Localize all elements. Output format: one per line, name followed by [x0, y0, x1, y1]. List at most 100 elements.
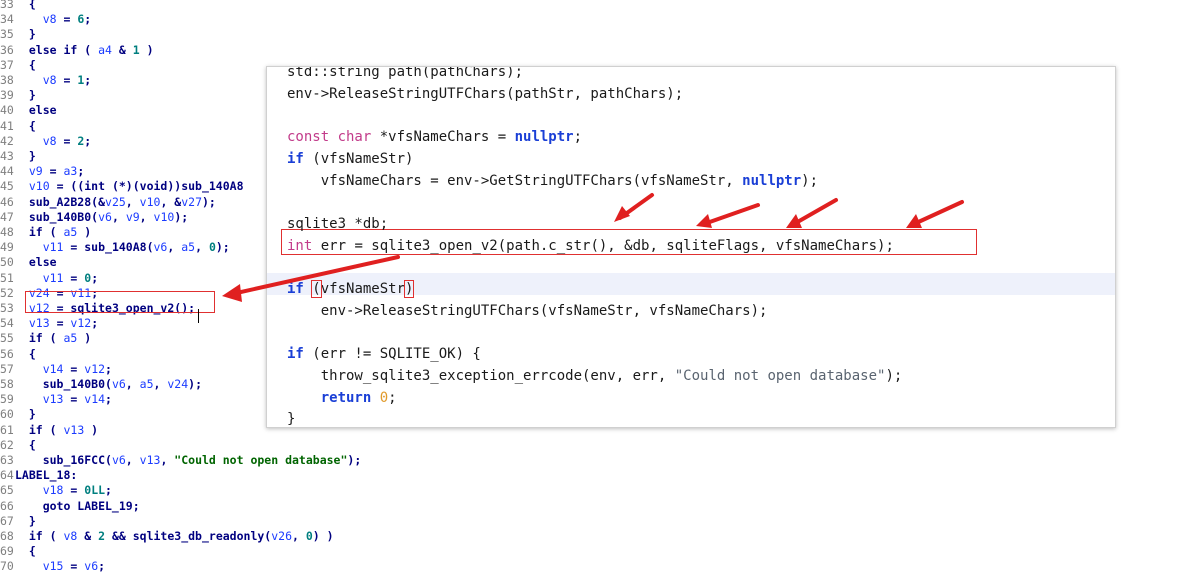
code-line: 61 if ( v13 ) [0, 423, 98, 438]
source-line: const char *vfsNameChars = nullptr; [287, 129, 583, 146]
line-number: 57 [0, 361, 14, 376]
line-number: 66 [0, 498, 14, 513]
source-line: throw_sqlite3_exception_errcode(env, err… [287, 367, 903, 384]
line-number: 38 [0, 73, 14, 87]
code-line: 34 v8 = 6; [0, 12, 91, 27]
code-line: 66 goto LABEL_19; [0, 499, 140, 514]
code-line: 40 else [0, 103, 57, 118]
code-line: 68 if ( v8 & 2 && sqlite3_db_readonly(v2… [0, 529, 334, 544]
line-code: sub_140B0(v6, a5, v24); [15, 377, 203, 391]
line-code: sub_A2B28(&v25, v10, &v27); [15, 194, 216, 209]
line-code: else [15, 103, 57, 118]
line-code: { [15, 544, 36, 559]
code-line: 45 v10 = ((int (*)(void))sub_140A8 [0, 179, 244, 194]
line-code: if ( a5 ) [15, 225, 92, 239]
line-number: 55 [0, 331, 14, 346]
line-number: 59 [0, 392, 14, 407]
line-code: sub_140B0(v6, v9, v10); [15, 209, 189, 224]
line-number: 70 [0, 559, 14, 574]
line-code: } [15, 149, 36, 163]
line-code: goto LABEL_19; [15, 498, 140, 513]
line-code: { [15, 118, 36, 133]
line-code: v11 = sub_140A8(v6, a5, 0); [42, 240, 230, 255]
line-number: 56 [0, 346, 14, 361]
code-line: 39 } [0, 88, 36, 103]
line-code: v18 = 0LL; [42, 483, 112, 498]
code-line: 65 v18 = 0LL; [0, 483, 112, 498]
line-number: 58 [0, 377, 14, 391]
line-number: 37 [0, 57, 14, 72]
code-line: 64LABEL_18: [0, 468, 77, 483]
source-line: if (err != SQLITE_OK) { [287, 346, 481, 363]
code-line: 43 } [0, 149, 36, 164]
code-line: 37 { [0, 58, 36, 73]
line-code: } [15, 88, 36, 103]
line-code: else if ( a4 & 1 ) [15, 42, 154, 57]
code-line: 42 v8 = 2; [0, 134, 91, 149]
line-number: 41 [0, 118, 14, 133]
line-number: 33 [0, 0, 14, 11]
line-number: 64 [0, 468, 14, 483]
source-line: return 0; [320, 389, 397, 406]
line-number: 44 [0, 164, 14, 179]
line-number: 43 [0, 149, 14, 163]
code-line: 48 if ( a5 ) [0, 225, 91, 240]
line-code: } [15, 513, 36, 528]
line-code: { [15, 0, 36, 11]
code-line: 38 v8 = 1; [0, 73, 91, 88]
source-line: if (vfsNameStr) [287, 150, 414, 167]
source-line: if (vfsNameStr) [287, 280, 415, 298]
line-number: 52 [0, 285, 14, 300]
line-number: 60 [0, 407, 14, 422]
line-number: 53 [0, 301, 14, 315]
code-line: 54 v13 = v12; [0, 316, 98, 331]
code-line: 36 else if ( a4 & 1 ) [0, 43, 154, 58]
code-line: 41 { [0, 119, 36, 134]
line-code: if ( v8 & 2 && sqlite3_db_readonly(v26, … [15, 529, 334, 543]
code-line: 63 sub_16FCC(v6, v13, "Could not open da… [0, 453, 361, 468]
source-line: env->ReleaseStringUTFChars(pathStr, path… [287, 85, 684, 102]
line-number: 48 [0, 225, 14, 239]
line-number: 63 [0, 453, 14, 467]
line-code: v13 = v12; [28, 316, 99, 331]
source-line: std::string path(pathChars); [287, 66, 524, 80]
line-code: } [15, 407, 36, 422]
line-code: v9 = a3; [28, 164, 85, 179]
line-code: v8 = 2; [42, 133, 92, 148]
line-code: sub_16FCC(v6, v13, "Could not open datab… [15, 453, 362, 467]
code-line: 50 else [0, 255, 57, 270]
line-code: } [15, 27, 36, 42]
line-number: 49 [0, 240, 14, 255]
source-code-panel: std::string path(pathChars);env->Release… [266, 66, 1116, 428]
code-line: 70 v15 = v6; [0, 559, 105, 574]
source-line: } [287, 411, 296, 428]
line-code: { [15, 437, 36, 452]
source-line: sqlite3 *db; [287, 215, 389, 232]
code-line: 62 { [0, 438, 36, 453]
line-number: 46 [0, 194, 14, 209]
code-line: 60 } [0, 407, 36, 422]
code-line: 67 } [0, 514, 36, 529]
line-number: 51 [0, 270, 14, 285]
source-line: env->ReleaseStringUTFChars(vfsNameStr, v… [287, 302, 768, 319]
line-number: 54 [0, 316, 14, 331]
line-code: v10 = ((int (*)(void))sub_140A8 [28, 179, 244, 194]
line-number: 67 [0, 513, 14, 528]
line-number: 47 [0, 209, 14, 224]
line-number: 36 [0, 42, 14, 57]
code-line: 51 v11 = 0; [0, 271, 98, 286]
text-cursor [198, 309, 199, 323]
line-number: 69 [0, 544, 14, 559]
line-number: 50 [0, 255, 14, 270]
line-code: { [15, 57, 36, 72]
line-code: LABEL_18: [15, 468, 78, 483]
code-line: 44 v9 = a3; [0, 164, 84, 179]
line-number: 61 [0, 422, 14, 437]
source-line: int err = sqlite3_open_v2(path.c_str(), … [287, 237, 894, 254]
line-number: 68 [0, 529, 14, 543]
line-code: v8 = 1; [42, 73, 92, 87]
code-line: 58 sub_140B0(v6, a5, v24); [0, 377, 202, 392]
line-number: 34 [0, 12, 14, 27]
line-code: { [15, 346, 36, 361]
line-code: v13 = v14; [42, 392, 112, 407]
